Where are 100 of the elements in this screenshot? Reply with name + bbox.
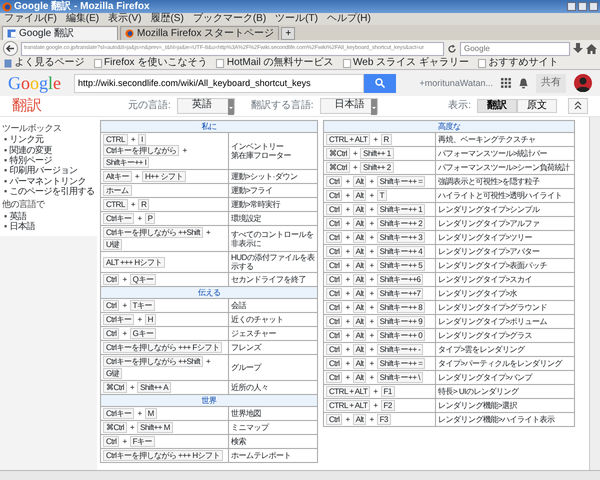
action-text: ホームテレポート: [231, 451, 292, 460]
share-button[interactable]: 共有: [536, 74, 566, 92]
menu-item[interactable]: ツール(T): [275, 13, 318, 25]
search-icon[interactable]: [375, 78, 385, 88]
key-cap: Ctrl: [326, 232, 342, 243]
plus-sign: +: [369, 303, 374, 312]
page-icon[interactable]: [342, 58, 351, 68]
sidebar-link[interactable]: 関連の変更: [10, 144, 52, 156]
action-text: 環境設定: [231, 214, 262, 223]
page-icon[interactable]: [216, 58, 224, 68]
sidebar-link[interactable]: 印刷用バージョン: [10, 165, 78, 176]
menu-item[interactable]: 表示(V): [108, 13, 142, 25]
plus-sign: +: [130, 423, 134, 432]
key-cap: Ctrlキーを押しながら +++ Fシフト: [103, 342, 222, 353]
sidebar-link[interactable]: リンク元: [10, 134, 44, 145]
action-text: レンダリングタイプ>水: [438, 289, 518, 298]
bookmark-link[interactable]: おすすめサイト: [478, 57, 558, 69]
key-cap: F3: [376, 414, 391, 425]
action-text: 特長> UIのレンダリング: [438, 387, 520, 396]
section-link[interactable]: 私に: [202, 122, 216, 131]
sidebar-link[interactable]: パーマネントリンク: [10, 176, 86, 186]
key-cap: Alt: [352, 274, 366, 285]
plus-sign: +: [369, 373, 374, 382]
key-cap: Ctrl: [326, 358, 342, 369]
menu-item[interactable]: 履歴(S): [150, 13, 184, 25]
section-link[interactable]: 世界: [202, 396, 216, 405]
key-cap: T: [376, 190, 388, 201]
chevron-up-icon[interactable]: [574, 101, 582, 110]
search-field[interactable]: http://wiki.secondlife.com/wiki/All_keyboard_shortcut_keys: [74, 74, 364, 92]
menu-item[interactable]: ヘルプ(H): [326, 13, 371, 25]
action-text: レンダリングタイプ>ボリューム: [438, 317, 548, 326]
key-cap: Ctrl: [326, 344, 342, 355]
vertical-scrollbar[interactable]: [589, 117, 600, 470]
section-link[interactable]: 高度な: [438, 122, 460, 131]
key-cap: Alt: [352, 190, 366, 201]
language-select[interactable]: 英語: [176, 98, 235, 114]
page-icon[interactable]: [94, 58, 102, 68]
minimize-button[interactable]: [567, 2, 576, 11]
action-text: パフォーマンスツール>統計バー: [438, 149, 548, 158]
section-link[interactable]: 伝える: [198, 288, 220, 297]
download-icon[interactable]: [573, 43, 583, 54]
key-cap: R: [380, 134, 392, 145]
key-cap: Shiftキー++ 2: [376, 218, 426, 229]
sidebar-link[interactable]: 英語: [10, 210, 27, 222]
key-cap: Shiftキー++ =: [376, 358, 426, 369]
menu-item[interactable]: ブックマーク(B): [192, 13, 266, 25]
language-select[interactable]: 日本語: [320, 98, 378, 114]
bookmark-link[interactable]: Firefox を使いこなそう: [94, 57, 208, 69]
key-cap: Ctrl: [326, 190, 342, 201]
back-icon[interactable]: [3, 41, 18, 56]
action-text: 強調表示と可視性>を隠す粒子: [438, 177, 541, 186]
bookmark-link[interactable]: HotMail の無料サービス: [216, 57, 334, 69]
apps-icon[interactable]: [501, 78, 511, 88]
action-text: パフォーマンスツール>シーン負荷統計: [438, 163, 571, 172]
bookmark-link[interactable]: よく見るページ: [4, 57, 84, 69]
key-cap: Ctrl: [326, 330, 342, 341]
key-cap: CTRL + ALT: [326, 400, 370, 411]
horizontal-scrollbar[interactable]: [0, 470, 600, 480]
key-cap: ⌘Ctrl: [326, 148, 350, 159]
bookmark-link[interactable]: Web スライス ギャラリー: [342, 57, 469, 69]
key-cap: Shiftキー++ =: [376, 176, 426, 187]
key-cap: Gキー: [130, 328, 156, 339]
search-field[interactable]: Google: [460, 42, 570, 56]
new-tab-button[interactable]: +: [281, 27, 296, 40]
target-label: 翻訳する言語:: [250, 100, 314, 112]
key-cap: Ctrl: [326, 246, 342, 257]
action-text: 第在庫フローター: [231, 151, 292, 160]
sidebar-link[interactable]: 日本語: [10, 221, 36, 232]
key-cap: Ctrlキーを押しながら ++Shift: [103, 227, 204, 238]
page-icon[interactable]: [478, 58, 486, 68]
key-cap: F1: [380, 386, 395, 397]
plus-sign: +: [182, 146, 187, 155]
search-button[interactable]: [364, 74, 396, 92]
home-icon[interactable]: [586, 44, 597, 54]
sidebar-link[interactable]: このページを引用する: [10, 186, 95, 196]
close-button[interactable]: [589, 2, 598, 11]
collapse-button[interactable]: [568, 98, 588, 114]
user-name[interactable]: +moritunaWatan...: [420, 78, 493, 88]
key-cap: Ctrlキーを押しながら: [103, 145, 180, 156]
key-cap: Shift++ A: [137, 382, 172, 393]
bookmark-icon[interactable]: [4, 58, 12, 68]
menu-item[interactable]: ファイル(F): [4, 13, 57, 25]
plus-sign: +: [373, 135, 378, 144]
browser-tab[interactable]: Google 翻訳: [2, 26, 118, 40]
maximize-button[interactable]: [578, 2, 587, 11]
key-cap: Alt: [352, 204, 366, 215]
action-text: 検索: [231, 437, 247, 446]
browser-tab[interactable]: Mozilla Firefox スタートページ: [120, 26, 280, 40]
avatar-icon[interactable]: [574, 74, 592, 92]
key-cap: Ctrl: [326, 218, 342, 229]
reload-icon[interactable]: [447, 44, 457, 54]
key-cap: Shiftキー++ \: [376, 372, 423, 383]
key-cap: CTRL + ALT: [326, 386, 370, 397]
bell-icon[interactable]: [519, 78, 528, 88]
key-cap: Shiftキー++ 3: [376, 232, 426, 243]
view-toggle[interactable]: 原文: [517, 99, 557, 113]
key-cap: ⌘Ctrl: [103, 422, 127, 433]
sidebar-link[interactable]: 特別ページ: [10, 155, 52, 166]
menu-item[interactable]: 編集(E): [66, 13, 100, 25]
view-toggle[interactable]: 翻訳: [477, 99, 517, 113]
